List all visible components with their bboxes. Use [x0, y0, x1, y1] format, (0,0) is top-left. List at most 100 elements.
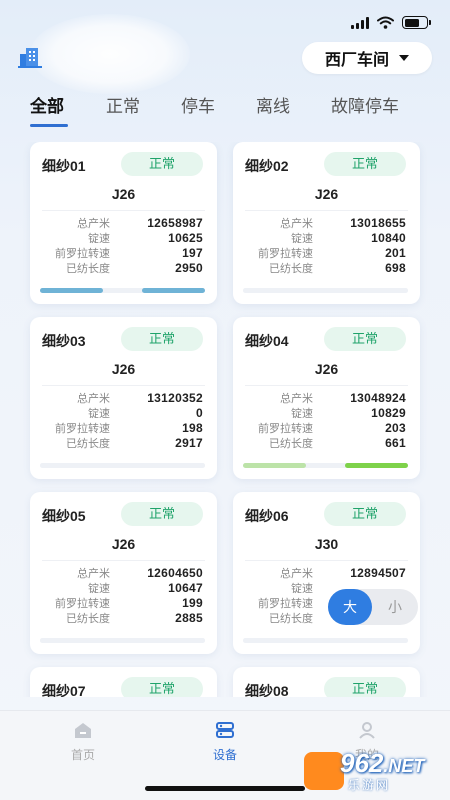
machine-card[interactable]: 细纱03 正常 J26 总产米 13120352 锭速 0 前罗拉转速 198 已纺长… [30, 317, 217, 479]
progress-segment [345, 638, 408, 643]
divider [245, 210, 408, 211]
front-roller-speed-label: 前罗拉转速 [258, 422, 313, 435]
profile-icon [359, 722, 375, 739]
nav-home[interactable]: 首页 [43, 721, 123, 763]
spun-length-label: 已纺长度 [269, 262, 313, 275]
spun-length-value: 698 [385, 260, 406, 275]
total-output-label: 总产米 [77, 567, 110, 580]
progress-bar [243, 638, 408, 643]
machine-card[interactable]: 细纱08 正常 [233, 667, 420, 697]
status-badge: 正常 [121, 327, 203, 351]
machine-card[interactable]: 细纱06 正常 J30 总产米 12894507 锭速 前罗拉转速 已纺长度 [233, 492, 420, 654]
metrics: 总产米 13120352 锭速 0 前罗拉转速 198 已纺长度 2917 [38, 390, 203, 450]
font-size-toggle[interactable]: 大 小 [328, 589, 418, 625]
metrics: 总产米 13018655 锭速 10840 前罗拉转速 201 已纺长度 698 [241, 215, 406, 275]
total-output-value: 12604650 [147, 565, 203, 580]
tab-offline[interactable]: 离线 [256, 92, 290, 117]
device-icon [216, 722, 234, 738]
progress-segment [345, 288, 408, 293]
machine-card[interactable]: 细纱07 正常 [30, 667, 217, 697]
progress-bar [40, 288, 205, 293]
machine-card[interactable]: 细纱05 正常 J26 总产米 12604650 锭速 10647 前罗拉转速 199… [30, 492, 217, 654]
building-logo-icon [18, 48, 42, 68]
progress-bar [40, 463, 205, 468]
status-badge: 正常 [324, 502, 406, 526]
spindle-speed-value: 10625 [168, 230, 203, 245]
machine-model: J26 [314, 186, 339, 202]
machine-name: 细纱08 [245, 683, 289, 697]
status-badge: 正常 [324, 677, 406, 697]
divider [42, 560, 205, 561]
spun-length-value: 661 [385, 435, 406, 450]
total-output-label: 总产米 [280, 217, 313, 230]
total-output-label: 总产米 [77, 217, 110, 230]
divider [42, 210, 205, 211]
progress-bar [243, 463, 408, 468]
cellular-signal-icon [351, 16, 369, 29]
machine-model: J26 [111, 186, 136, 202]
wifi-icon [377, 16, 394, 29]
active-tab-indicator [30, 124, 68, 127]
home-indicator [145, 786, 305, 791]
spindle-speed-value: 0 [196, 405, 203, 420]
metrics: 总产米 12604650 锭速 10647 前罗拉转速 199 已纺长度 2885 [38, 565, 203, 625]
machine-name: 细纱07 [42, 683, 86, 697]
progress-segment [243, 288, 306, 293]
progress-segment [40, 463, 103, 468]
total-output-value: 13120352 [147, 390, 203, 405]
front-roller-speed-label: 前罗拉转速 [258, 247, 313, 260]
spun-length-value: 2917 [175, 435, 203, 450]
spindle-speed-value: 10647 [168, 580, 203, 595]
status-badge: 正常 [324, 327, 406, 351]
front-roller-speed-label: 前罗拉转速 [55, 597, 110, 610]
machine-card[interactable]: 细纱01 正常 J26 总产米 12658987 锭速 10625 前罗拉转速 197… [30, 142, 217, 304]
total-output-value: 13018655 [350, 215, 406, 230]
progress-bar [243, 288, 408, 293]
machine-model: J30 [314, 536, 339, 552]
nav-device[interactable]: 设备 [185, 721, 265, 763]
machine-name: 细纱06 [245, 508, 289, 524]
front-roller-speed-label: 前罗拉转速 [55, 422, 110, 435]
total-output-label: 总产米 [280, 392, 313, 405]
header-decoration [30, 14, 190, 94]
progress-segment [142, 638, 205, 643]
divider [245, 560, 408, 561]
total-output-value: 13048924 [350, 390, 406, 405]
total-output-label: 总产米 [77, 392, 110, 405]
front-roller-speed-value: 197 [182, 245, 203, 260]
progress-segment [142, 463, 205, 468]
status-badge: 正常 [121, 677, 203, 697]
status-badge: 正常 [324, 152, 406, 176]
workshop-selector[interactable]: 西厂车间 [302, 42, 432, 74]
spindle-speed-label: 锭速 [88, 232, 110, 245]
machine-card[interactable]: 细纱02 正常 J26 总产米 13018655 锭速 10840 前罗拉转速 201… [233, 142, 420, 304]
status-badge: 正常 [121, 502, 203, 526]
spun-length-value: 2885 [175, 610, 203, 625]
tab-fault-stopped[interactable]: 故障停车 [331, 92, 399, 117]
progress-segment [40, 288, 103, 293]
machine-name: 细纱02 [245, 158, 289, 174]
site-watermark: 962.NET 乐游网 [304, 748, 444, 792]
divider [245, 385, 408, 386]
size-large-button[interactable]: 大 [328, 589, 372, 625]
size-small-button[interactable]: 小 [372, 589, 418, 625]
front-roller-speed-label: 前罗拉转速 [258, 597, 313, 610]
nav-home-label: 首页 [70, 748, 95, 762]
front-roller-speed-value: 198 [182, 420, 203, 435]
spun-length-label: 已纺长度 [66, 612, 110, 625]
total-output-value: 12894507 [350, 565, 406, 580]
home-icon [75, 723, 91, 738]
progress-segment [142, 288, 205, 293]
spun-length-label: 已纺长度 [269, 437, 313, 450]
tab-stopped[interactable]: 停车 [181, 92, 215, 117]
tab-normal[interactable]: 正常 [106, 92, 140, 117]
front-roller-speed-value: 203 [385, 420, 406, 435]
status-icons [351, 16, 431, 29]
total-output-value: 12658987 [147, 215, 203, 230]
spindle-speed-value: 10829 [371, 405, 406, 420]
machine-card[interactable]: 细纱04 正常 J26 总产米 13048924 锭速 10829 前罗拉转速 203… [233, 317, 420, 479]
tab-all[interactable]: 全部 [30, 92, 64, 117]
nav-device-label: 设备 [212, 748, 237, 762]
metrics: 总产米 12658987 锭速 10625 前罗拉转速 197 已纺长度 2950 [38, 215, 203, 275]
chevron-down-icon [399, 55, 409, 61]
